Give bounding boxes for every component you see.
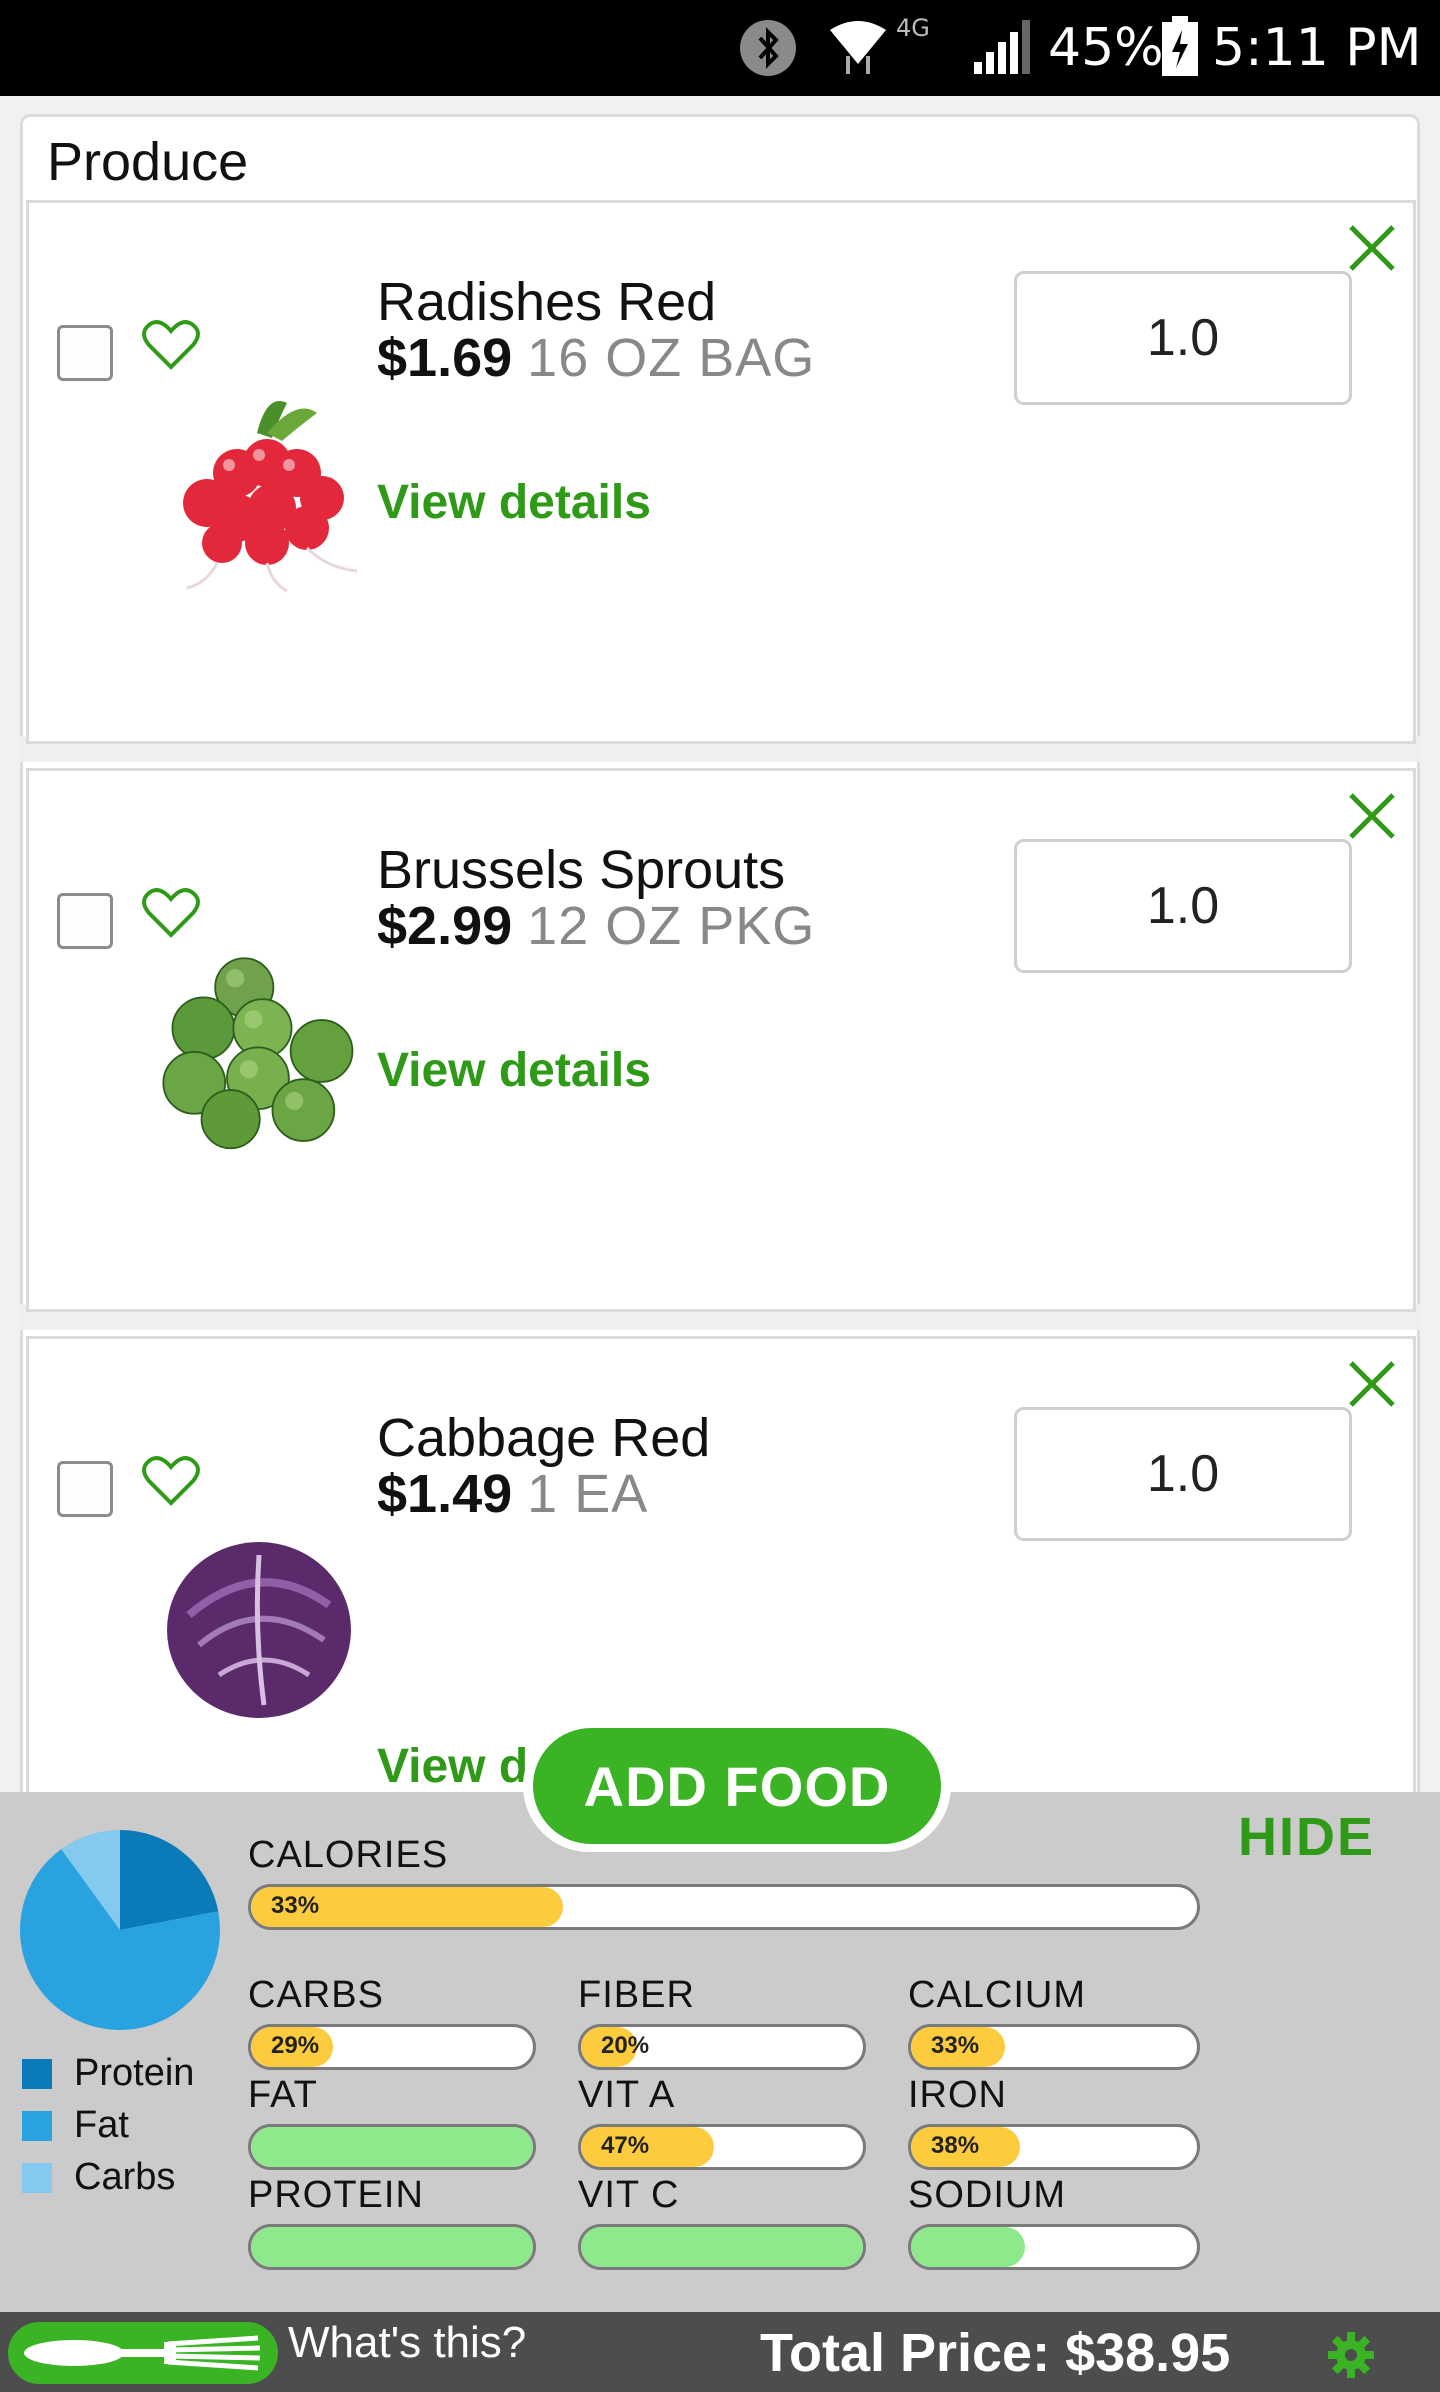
item-price-line: $2.99 12 OZ PKG (377, 895, 815, 957)
legend-item-protein: Protein (22, 2052, 194, 2095)
nutrient-percent: 29% (271, 2032, 320, 2059)
remove-item-icon[interactable] (1345, 221, 1399, 275)
nutrient-label-vit-a: VIT A (578, 2074, 676, 2116)
nutrient-label-iron: IRON (908, 2074, 1007, 2116)
item-name: Cabbage Red (377, 1408, 711, 1468)
nutrient-label-protein: PROTEIN (248, 2174, 424, 2216)
remove-item-icon[interactable] (1345, 789, 1399, 843)
add-food-button-ring: ADD FOOD (523, 1720, 951, 1852)
nutrient-bar-fill (251, 2227, 533, 2267)
cart-item: Radishes Red $1.69 16 OZ BAG View detail… (26, 200, 1416, 744)
calories-percent: 33% (271, 1892, 320, 1919)
nutrient-percent: 20% (601, 2032, 650, 2059)
item-checkbox[interactable] (57, 1461, 113, 1517)
nutrition-panel: ADD FOOD HIDE Protein Fat Carbs CALORIES… (0, 1720, 1440, 2312)
red-cabbage-image (167, 1542, 351, 1718)
legend-item-carbs: Carbs (22, 2156, 175, 2199)
nutrient-percent: 38% (931, 2132, 980, 2159)
hide-button[interactable]: HIDE (1238, 1806, 1375, 1868)
legend-swatch (22, 2110, 52, 2141)
legend-swatch (22, 2162, 52, 2193)
item-checkbox[interactable] (57, 325, 113, 381)
calories-label: CALORIES (248, 1834, 449, 1876)
nutrient-label-calcium: CALCIUM (908, 1974, 1087, 2016)
nutrient-label-carbs: CARBS (248, 1974, 384, 2016)
nutrient-label-fiber: FIBER (578, 1974, 695, 2016)
nutrient-bar-protein (248, 2224, 536, 2270)
quantity-input[interactable]: 1.0 (1014, 271, 1352, 405)
cart-list[interactable]: Produce Radishes Red $1.69 16 OZ BAG Vie… (0, 96, 1440, 1792)
quantity-input[interactable]: 1.0 (1014, 839, 1352, 973)
section-title: Produce (47, 132, 249, 192)
item-price-line: $1.69 16 OZ BAG (377, 327, 815, 389)
radish-image (183, 401, 358, 593)
favorite-heart-icon[interactable] (141, 317, 201, 371)
nutrient-bar-calcium: 33% (908, 2024, 1200, 2070)
legend-label: Carbs (74, 2156, 176, 2198)
fork-logo[interactable] (8, 2322, 278, 2384)
item-unit: 1 EA (527, 1464, 649, 1524)
nutrient-bar-iron: 38% (908, 2124, 1200, 2170)
remove-item-icon[interactable] (1345, 1357, 1399, 1411)
network-type: 4G (896, 14, 930, 42)
wifi-icon (830, 21, 886, 74)
legend-item-fat: Fat (22, 2104, 129, 2147)
nutrient-bar-fat (248, 2124, 536, 2170)
nutrient-bar-fiber: 20% (578, 2024, 866, 2070)
item-name: Brussels Sprouts (377, 840, 786, 900)
status-bar: 4G 45% 5:11 PM (0, 0, 1440, 96)
signal-icon (974, 20, 1030, 74)
nutrient-percent: 47% (601, 2132, 650, 2159)
settings-gear-icon[interactable] (1328, 2332, 1374, 2378)
legend-label: Protein (74, 2052, 195, 2094)
quantity-input[interactable]: 1.0 (1014, 1407, 1352, 1541)
nutrient-bar-fill (251, 2127, 533, 2167)
nutrient-bar-carbs: 29% (248, 2024, 536, 2070)
item-unit: 16 OZ BAG (527, 328, 816, 388)
calories-bar: 33% (248, 1884, 1200, 1930)
item-price: $1.49 (377, 1464, 513, 1524)
fork-icon (24, 2335, 261, 2371)
add-food-button[interactable]: ADD FOOD (533, 1728, 941, 1844)
bluetooth-icon (740, 20, 796, 76)
item-price: $2.99 (377, 896, 513, 956)
clock: 5:11 PM (1212, 18, 1422, 78)
nutrient-label-fat: FAT (248, 2074, 318, 2116)
battery-percent: 45% (1048, 18, 1164, 78)
legend-swatch (22, 2058, 52, 2089)
nutrient-percent: 33% (931, 2032, 980, 2059)
nutrient-label-sodium: SODIUM (908, 2174, 1066, 2216)
nutrient-label-vit-c: VIT C (578, 2174, 680, 2216)
cart-item: Brussels Sprouts $2.99 12 OZ PKG View de… (26, 768, 1416, 1312)
nutrient-bar-vit-c (578, 2224, 866, 2270)
nutrient-bar-sodium (908, 2224, 1200, 2270)
view-details-link[interactable]: View details (377, 1043, 651, 1098)
favorite-heart-icon[interactable] (141, 1453, 201, 1507)
bottom-bar: What's this? Total Price: $38.95 (0, 2312, 1440, 2392)
macro-pie-chart (19, 1830, 220, 2030)
view-details-link[interactable]: View details (377, 475, 651, 530)
item-price: $1.69 (377, 328, 513, 388)
item-price-line: $1.49 1 EA (377, 1463, 648, 1525)
item-checkbox[interactable] (57, 893, 113, 949)
nutrient-bar-vit-a: 47% (578, 2124, 866, 2170)
nutrient-bar-fill (911, 2227, 1026, 2267)
nutrient-bar-fill (581, 2227, 863, 2267)
total-price: Total Price: $38.95 (760, 2323, 1231, 2383)
item-name: Radishes Red (377, 272, 717, 332)
battery-charging-icon (1162, 16, 1198, 76)
whats-this-link[interactable]: What's this? (288, 2318, 526, 2368)
brussels-sprouts-image (162, 957, 354, 1150)
item-unit: 12 OZ PKG (527, 896, 816, 956)
favorite-heart-icon[interactable] (141, 885, 201, 939)
legend-label: Fat (74, 2104, 129, 2146)
